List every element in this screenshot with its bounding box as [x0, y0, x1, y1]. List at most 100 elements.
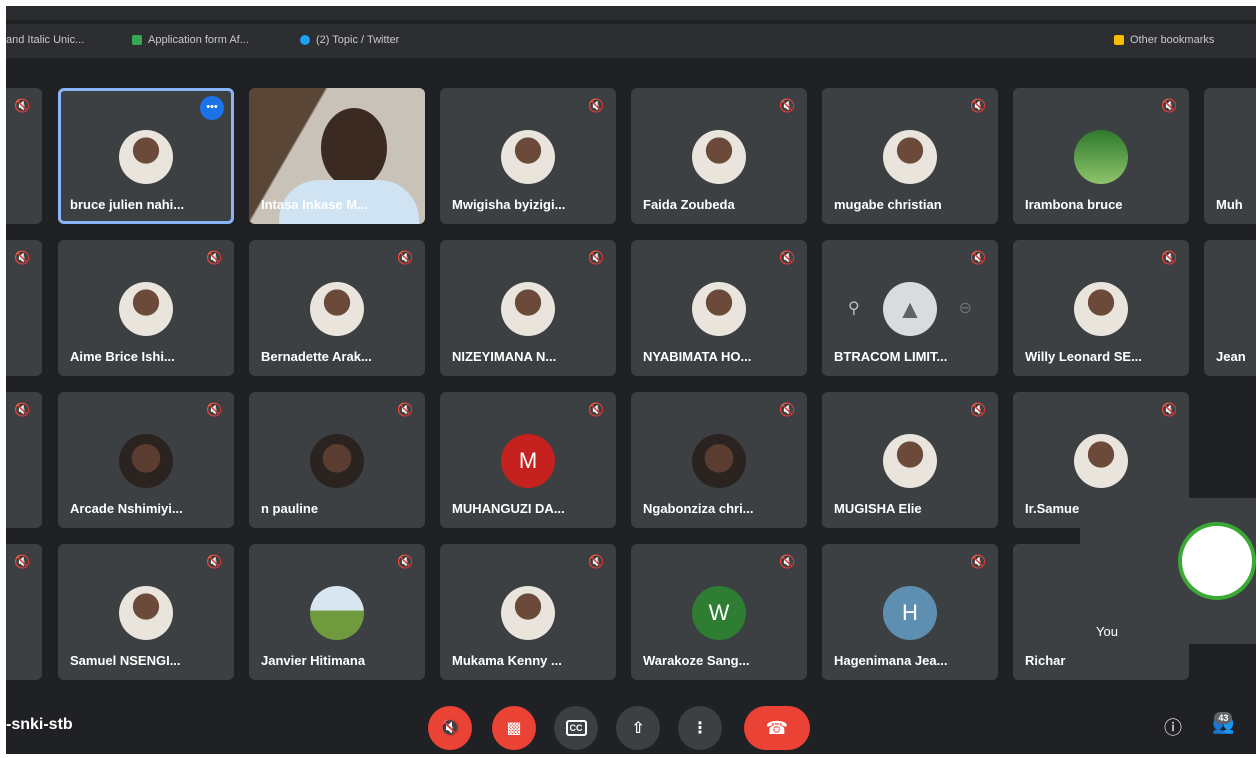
other-bookmarks-label: Other bookmarks — [1130, 34, 1215, 46]
participant-name: Richar — [1025, 653, 1066, 668]
other-bookmarks[interactable]: Other bookmarks — [1114, 34, 1214, 46]
meeting-code: -snki-stb — [6, 716, 73, 733]
participant-tile-partial: 🔇 — [6, 392, 42, 528]
participant-tile[interactable]: 🔇 Bernadette Arak... — [249, 240, 425, 376]
mic-muted-icon: 🔇 — [588, 554, 605, 569]
participant-avatar — [501, 282, 555, 336]
avatar-letter: M — [518, 448, 538, 473]
participant-name: Janvier Hitimana — [261, 653, 366, 668]
participant-tile[interactable]: 🔇 H Hagenimana Jea... — [822, 544, 998, 680]
participant-name: NIZEYIMANA N... — [452, 349, 557, 364]
participant-name: n pauline — [261, 501, 319, 516]
info-icon[interactable]: ⓘ — [1164, 714, 1182, 740]
participant-tile[interactable]: 🔇 Faida Zoubeda — [631, 88, 807, 224]
participant-tile[interactable]: 🔇 Irambona bruce — [1013, 88, 1189, 224]
participant-tile-partial[interactable]: Jean — [1204, 240, 1256, 376]
bookmark-item[interactable]: (2) Topic / Twitter — [300, 34, 399, 46]
participant-avatar — [1074, 434, 1128, 488]
mic-off-icon[interactable]: 🔇 — [428, 706, 472, 750]
mic-muted-icon: 🔇 — [970, 250, 987, 265]
participant-name: MUHANGUZI DA... — [452, 501, 565, 516]
bookmark-item[interactable]: and Italic Unic... — [6, 34, 84, 46]
bookmark-item[interactable]: Application form Af... — [132, 34, 249, 46]
bookmark-label: Application form Af... — [148, 34, 249, 46]
bookmark-label: and Italic Unic... — [6, 34, 85, 46]
participant-tile[interactable]: 🔇 W Warakoze Sang... — [631, 544, 807, 680]
participant-name: NYABIMATA HO... — [643, 349, 752, 364]
participant-tile[interactable]: 🔇 Willy Leonard SE... — [1013, 240, 1189, 376]
participant-tile[interactable]: 🔇 Arcade Nshimiyi... — [58, 392, 234, 528]
mic-muted-icon: 🔇 — [970, 554, 987, 569]
bookmarks-bar: and Italic Unic... Application form Af..… — [6, 24, 1256, 58]
mic-muted-icon: 🔇 — [588, 250, 605, 265]
mic-muted-icon: 🔇 — [588, 402, 605, 417]
participant-tile[interactable]: 🔇 NYABIMATA HO... — [631, 240, 807, 376]
more-options-icon[interactable]: ••• — [200, 96, 224, 120]
participant-tile[interactable]: 🔇 Samuel NSENGI... — [58, 544, 234, 680]
participant-name: MUGISHA Elie — [834, 501, 922, 516]
participant-tile[interactable]: ••• bruce julien nahi... — [58, 88, 234, 224]
mic-muted-icon: 🔇 — [970, 98, 987, 113]
participant-avatar: W — [692, 586, 746, 640]
mic-muted-icon: 🔇 — [206, 250, 223, 265]
more-vert-icon[interactable]: ⋮ — [678, 706, 722, 750]
participant-avatar — [883, 130, 937, 184]
participant-tile[interactable]: Intasa Inkase M... — [249, 88, 425, 224]
mic-muted-icon: 🔇 — [14, 554, 31, 569]
mic-muted-icon: 🔇 — [588, 98, 605, 113]
participant-tile[interactable]: 🔇 MUGISHA Elie — [822, 392, 998, 528]
remove-icon[interactable]: ⊖ — [959, 298, 972, 318]
participant-tile[interactable]: 🔇 mugabe christian — [822, 88, 998, 224]
pin-icon[interactable]: ⚲ — [848, 298, 860, 318]
participant-tile[interactable]: 🔇 Ngabonziza chri... — [631, 392, 807, 528]
participant-name: Muh — [1216, 197, 1243, 212]
mic-muted-icon: 🔇 — [397, 250, 414, 265]
participant-name: Mukama Kenny ... — [452, 653, 562, 668]
participant-avatar — [1074, 130, 1128, 184]
participant-tile[interactable]: 🔇 M MUHANGUZI DA... — [440, 392, 616, 528]
avatar-letter: W — [708, 600, 730, 625]
bookmark-label: (2) Topic / Twitter — [316, 34, 400, 46]
participant-name: BTRACOM LIMIT... — [834, 349, 948, 364]
participant-name: Mwigisha byizigi... — [452, 197, 566, 212]
captions-button[interactable]: CC — [554, 706, 598, 750]
participant-tile[interactable]: 🔇 Mwigisha byizigi... — [440, 88, 616, 224]
hangup-icon[interactable]: ☎ — [744, 706, 810, 750]
participant-tile-partial: 🔇 — [6, 88, 42, 224]
mic-muted-icon: 🔇 — [1161, 250, 1178, 265]
participant-name: Samuel NSENGI... — [70, 653, 181, 668]
participant-avatar — [1074, 282, 1128, 336]
mic-muted-icon: 🔇 — [206, 554, 223, 569]
participant-avatar — [119, 282, 173, 336]
people-icon[interactable]: 👥 43 — [1212, 712, 1234, 735]
participant-name: Ngabonziza chri... — [643, 501, 754, 516]
participant-name: Arcade Nshimiyi... — [70, 501, 183, 516]
participant-avatar — [501, 130, 555, 184]
mic-muted-icon: 🔇 — [970, 402, 987, 417]
participant-name: Jean — [1216, 349, 1246, 364]
participant-avatar — [501, 586, 555, 640]
participant-avatar: M — [501, 434, 555, 488]
participant-name: bruce julien nahi... — [70, 197, 185, 212]
participant-name: Willy Leonard SE... — [1025, 349, 1142, 364]
mic-muted-icon: 🔇 — [206, 402, 223, 417]
participant-name: Aime Brice Ishi... — [70, 349, 175, 364]
participant-tile[interactable]: 🔇 Janvier Hitimana — [249, 544, 425, 680]
folder-icon — [1114, 35, 1124, 45]
present-icon[interactable]: ⇧ — [616, 706, 660, 750]
self-view-tile[interactable]: You — [1080, 498, 1256, 644]
self-view-label: You — [1096, 624, 1118, 639]
participant-tile[interactable]: 🔇 NIZEYIMANA N... — [440, 240, 616, 376]
participant-tile[interactable]: 🔇 ⚲ ▲ ⊖ BTRACOM LIMIT... — [822, 240, 998, 376]
participant-name: Intasa Inkase M... — [261, 197, 368, 212]
participant-avatar: H — [883, 586, 937, 640]
camera-off-icon[interactable]: ▩ — [492, 706, 536, 750]
people-count-badge: 43 — [1214, 712, 1233, 724]
participant-tile-partial: 🔇 — [6, 544, 42, 680]
mic-muted-icon: 🔇 — [1161, 98, 1178, 113]
participant-tile[interactable]: 🔇 Mukama Kenny ... — [440, 544, 616, 680]
participant-tile[interactable]: 🔇 n pauline — [249, 392, 425, 528]
mic-muted-icon: 🔇 — [14, 250, 31, 265]
participant-tile-partial[interactable]: Muh — [1204, 88, 1256, 224]
participant-tile[interactable]: 🔇 Aime Brice Ishi... — [58, 240, 234, 376]
